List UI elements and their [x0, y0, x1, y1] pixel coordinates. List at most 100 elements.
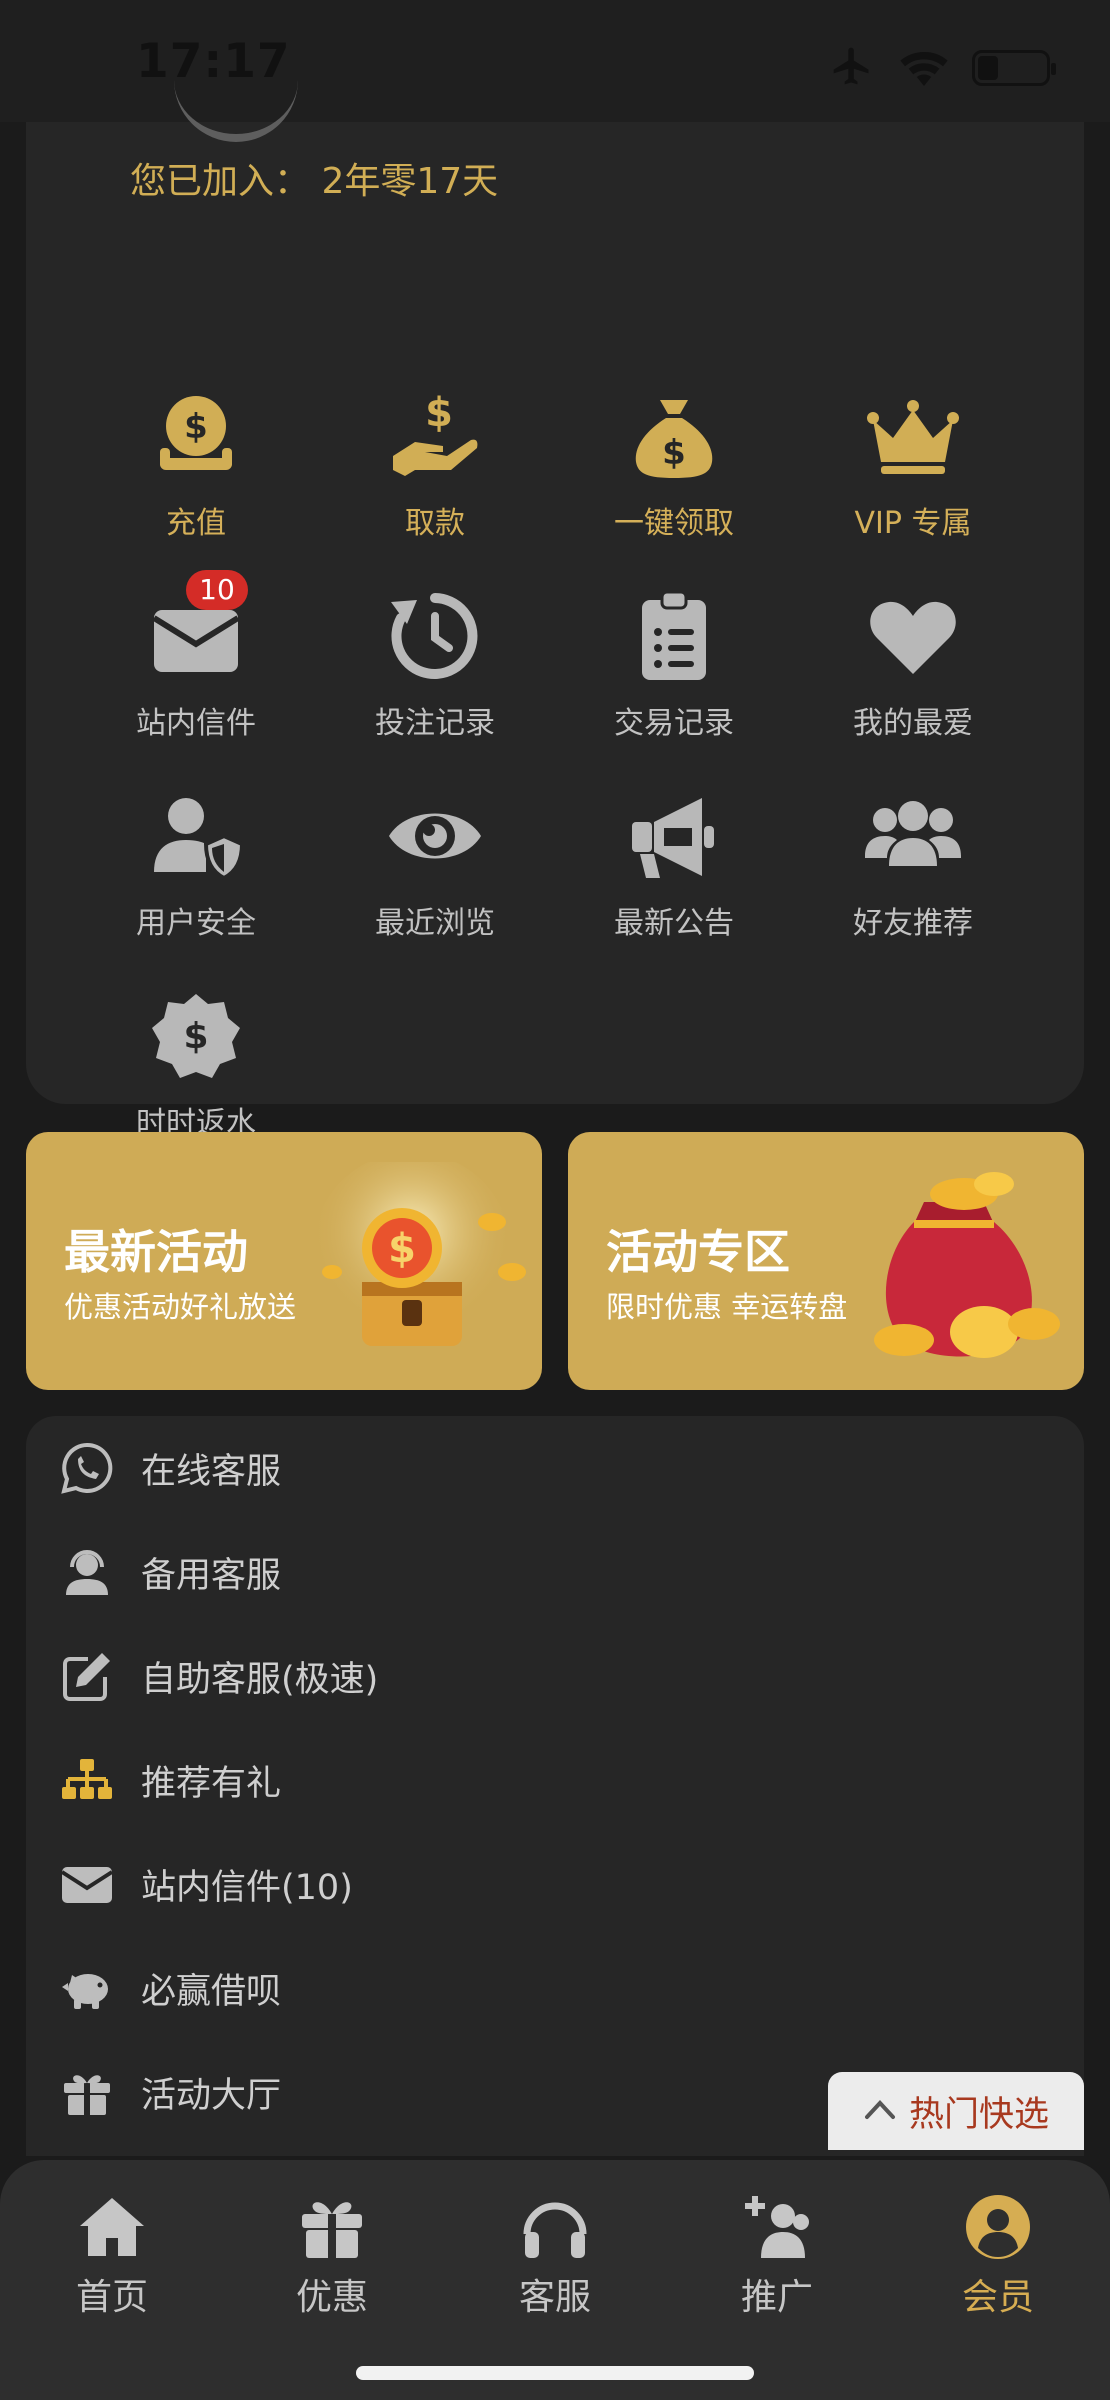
hot-quick-select-label: 热门快选: [908, 2094, 1049, 2135]
grid-label: 充值: [166, 506, 226, 541]
list-item-messages[interactable]: 站内信件(10): [26, 1832, 1084, 1936]
envelope-icon: [60, 1857, 114, 1911]
grid-label: 取款: [405, 506, 465, 541]
grid-label: VIP 专属: [854, 506, 972, 541]
megaphone-icon: [624, 786, 724, 886]
svg-text:$: $: [388, 1226, 416, 1272]
headset-agent-icon: [60, 1545, 114, 1599]
grid-label: 站内信件: [136, 706, 256, 741]
list-label: 活动大厅: [141, 2075, 282, 2116]
grid-label: 一键领取: [614, 506, 734, 541]
list-label: 备用客服: [141, 1555, 282, 1596]
svg-text:$: $: [425, 390, 453, 436]
nav-label: 优惠: [295, 2277, 368, 2318]
heart-icon: [863, 586, 963, 686]
nav-label: 推广: [740, 2277, 813, 2318]
status-bar: 17:17: [0, 0, 1110, 122]
list-label: 站内信件(10): [141, 1867, 353, 1908]
grid-label: 用户安全: [136, 906, 256, 941]
coin-deposit-icon: $: [146, 386, 246, 486]
clipboard-list-icon: [624, 586, 724, 686]
banner-subtitle: 限时优惠 幸运转盘: [606, 1290, 848, 1324]
treasure-chest-icon: $: [312, 1162, 526, 1352]
grid-item-claim-all[interactable]: $ 一键领取: [574, 386, 774, 542]
hot-quick-select-button[interactable]: 热门快选: [828, 2072, 1084, 2150]
list-label: 必赢借呗: [141, 1971, 282, 2012]
svg-text:$: $: [183, 1016, 208, 1057]
nav-item-promotions[interactable]: 优惠: [252, 2192, 412, 2320]
nav-item-support[interactable]: 客服: [475, 2192, 635, 2320]
unread-badge: 10: [186, 570, 248, 610]
history-icon: [385, 586, 485, 686]
list-item-self-service[interactable]: 自助客服(极速): [26, 1624, 1084, 1728]
nav-item-member[interactable]: 会员: [918, 2192, 1078, 2320]
list-label: 推荐有礼: [141, 1763, 282, 1804]
gift-icon: [302, 2202, 362, 2258]
nav-label: 首页: [75, 2277, 148, 2318]
home-icon: [80, 2198, 144, 2256]
list-item-backup-support[interactable]: 备用客服: [26, 1520, 1084, 1624]
users-icon: [863, 786, 963, 886]
grid-label: 最近浏览: [375, 906, 495, 941]
wifi-icon: [898, 46, 950, 90]
grid-item-vip[interactable]: VIP 专属: [813, 386, 1013, 542]
whatsapp-icon: [60, 1441, 114, 1495]
eye-icon: [385, 786, 485, 886]
grid-label: 投注记录: [375, 706, 495, 741]
grid-item-referral[interactable]: 好友推荐: [813, 786, 1013, 942]
list-item-loan[interactable]: 必赢借呗: [26, 1936, 1084, 2040]
banner-activity-zone[interactable]: 活动专区 限时优惠 幸运转盘: [568, 1132, 1084, 1390]
grid-item-deposit[interactable]: $ 充值: [96, 386, 296, 542]
member-card: 您已加入： 2年零17天 $ 充值 $ 取款 $ 一键领取 VIP 专属 10 …: [26, 122, 1084, 1141]
list-label: 在线客服: [141, 1451, 282, 1492]
headphones-icon: [523, 2202, 587, 2258]
edit-icon: [60, 1649, 114, 1703]
lucky-bag-icon: [874, 1172, 1060, 1358]
grid-item-bet-history[interactable]: 投注记录: [335, 586, 535, 742]
user-shield-icon: [146, 786, 246, 886]
grid-item-rebate[interactable]: $ 时时返水: [96, 986, 296, 1142]
hand-dollar-icon: $: [385, 386, 485, 486]
list-item-online-support[interactable]: 在线客服: [26, 1416, 1084, 1520]
bottom-nav: 首页 优惠 客服 推广 会员: [0, 2160, 1110, 2400]
home-indicator: [356, 2366, 754, 2380]
grid-item-withdraw[interactable]: $ 取款: [335, 386, 535, 542]
service-list: 在线客服 备用客服 自助客服(极速) 推荐有礼 站内信件(10) 必赢借呗 活动…: [26, 1416, 1084, 2156]
banner-title: 活动专区: [606, 1225, 790, 1279]
crown-icon: [863, 386, 963, 486]
battery-icon: [972, 50, 1056, 86]
grid-item-recent-views[interactable]: 最近浏览: [335, 786, 535, 942]
grid-item-security[interactable]: 用户安全: [96, 786, 296, 942]
joined-duration: 您已加入： 2年零17天: [130, 161, 499, 202]
grid-item-messages[interactable]: 10 站内信件: [96, 570, 296, 742]
status-icons: [828, 44, 1056, 92]
banner-latest-activity[interactable]: 最新活动 优惠活动好礼放送 $: [26, 1132, 542, 1390]
nav-label: 会员: [961, 2277, 1034, 2318]
grid-item-announcements[interactable]: 最新公告: [574, 786, 774, 942]
grid-item-transactions[interactable]: 交易记录: [574, 586, 774, 742]
piggy-bank-icon: [60, 1961, 114, 2015]
chevron-up-icon: [863, 2097, 897, 2125]
user-circle-icon: [966, 2195, 1030, 2259]
nav-label: 客服: [518, 2277, 591, 2318]
avatar[interactable]: [174, 62, 298, 142]
grid-label: 好友推荐: [853, 906, 973, 941]
gift-icon: [60, 2065, 114, 2119]
grid-label: 最新公告: [614, 906, 734, 941]
nav-item-home[interactable]: 首页: [32, 2192, 192, 2320]
user-plus-icon: [745, 2196, 809, 2258]
nav-item-promote[interactable]: 推广: [697, 2192, 857, 2320]
list-label: 自助客服(极速): [141, 1659, 379, 1700]
banner-title: 最新活动: [64, 1225, 248, 1279]
money-bag-icon: $: [624, 386, 724, 486]
dollar-badge-icon: $: [146, 986, 246, 1086]
sitemap-icon: [60, 1753, 114, 1807]
svg-text:$: $: [184, 407, 208, 447]
envelope-icon: 10: [146, 570, 248, 686]
banner-subtitle: 优惠活动好礼放送: [64, 1290, 297, 1324]
list-item-referral-gift[interactable]: 推荐有礼: [26, 1728, 1084, 1832]
airplane-icon: [828, 44, 876, 92]
svg-text:$: $: [662, 433, 686, 473]
grid-label: 我的最爱: [853, 706, 973, 741]
grid-item-favorites[interactable]: 我的最爱: [813, 586, 1013, 742]
